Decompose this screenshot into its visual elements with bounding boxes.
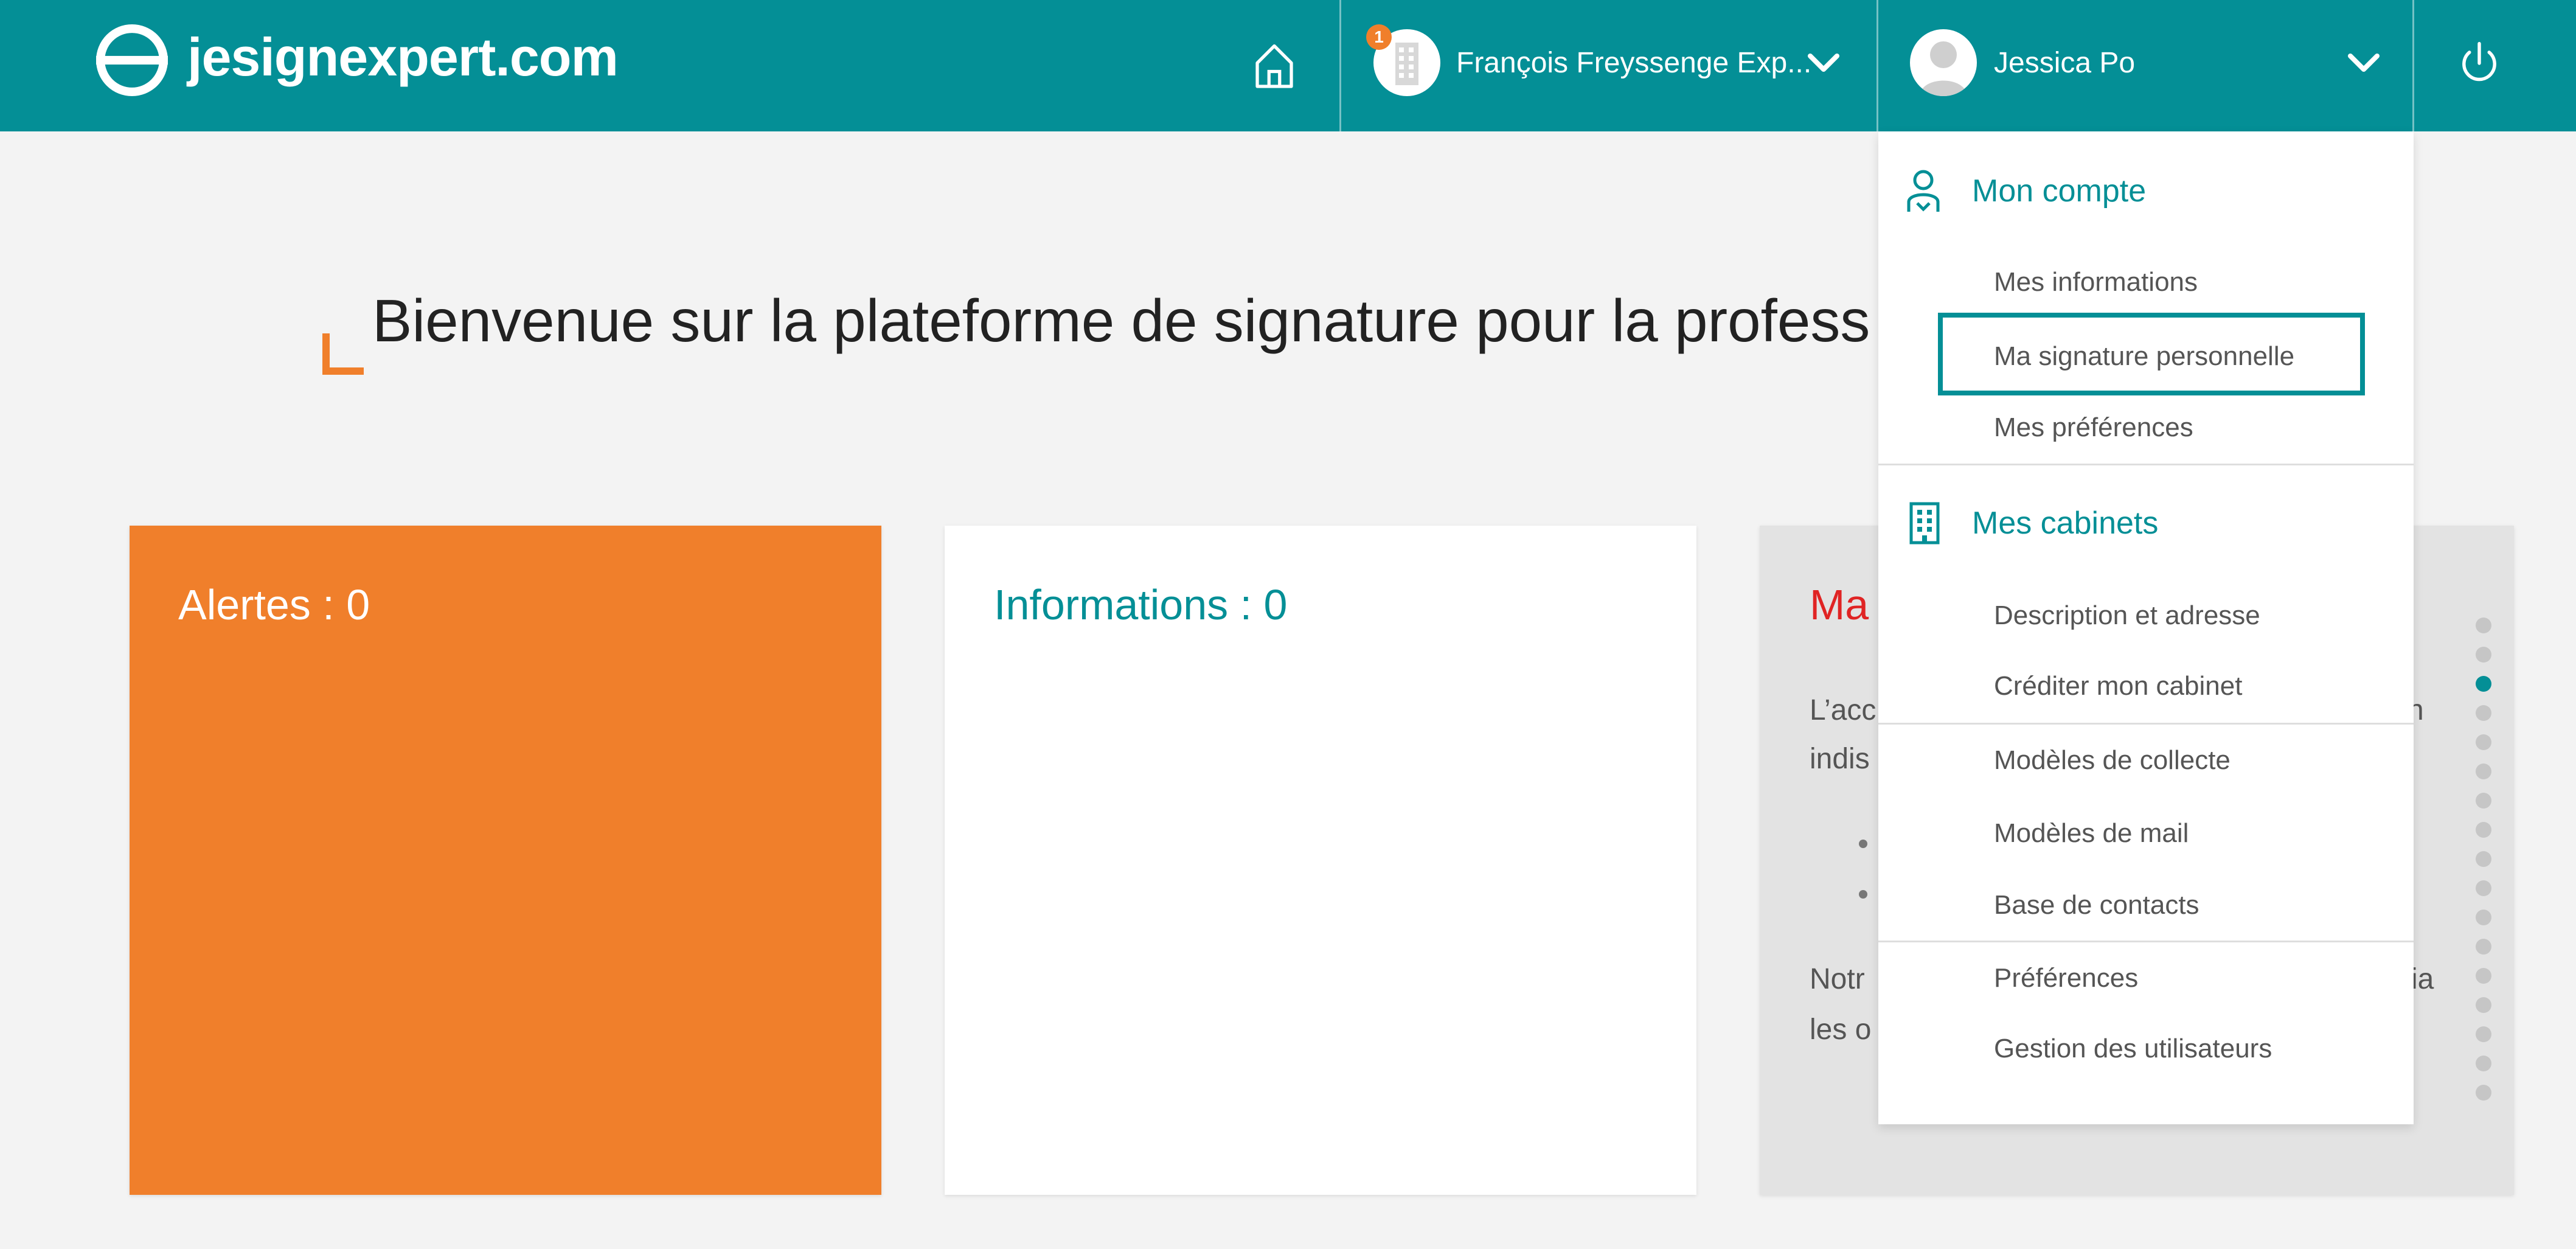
organization-name[interactable]: François Freyssenge Exp... [1456,45,1811,82]
building-icon [1909,502,1940,544]
carousel-dot[interactable] [2476,968,2491,984]
menu-item-preferences[interactable]: Préférences [1994,961,2138,995]
carousel-dot[interactable] [2476,910,2491,925]
news-text-line: L’acc [1810,694,1876,726]
header-separator [1876,0,1878,131]
carousel-dot[interactable] [2476,822,2491,838]
carousel-dot[interactable] [2476,851,2491,867]
alerts-title: Alertes : 0 [178,581,370,628]
carousel-dot[interactable] [2476,1026,2491,1042]
carousel-dot[interactable] [2476,618,2491,633]
welcome-title: Bienvenue sur la plateforme de signature… [372,287,1870,354]
menu-divider [1878,941,2414,942]
menu-divider [1878,464,2414,465]
user-name[interactable]: Jessica Po [1994,45,2135,82]
menu-item-modeles-de-collecte[interactable]: Modèles de collecte [1994,743,2231,778]
user-avatar-icon[interactable] [1910,29,1977,96]
news-card-title: Ma [1810,581,1869,628]
account-icon [1907,170,1940,212]
carousel-dot[interactable] [2476,1056,2491,1071]
carousel-dot[interactable] [2476,939,2491,955]
home-icon[interactable] [1253,38,1296,92]
menu-item-modeles-de-mail[interactable]: Modèles de mail [1994,816,2189,851]
carousel-dot[interactable] [2476,764,2491,779]
informations-title: Informations : 0 [994,581,1288,628]
logo-text[interactable]: jesignexpert.com [187,27,619,88]
news-text-line: indis [1810,743,1870,775]
menu-section-mes-cabinets[interactable]: Mes cabinets [1972,504,2158,543]
carousel-dot[interactable] [2476,793,2491,809]
carousel-dot[interactable] [2476,880,2491,896]
menu-item-mes-informations[interactable]: Mes informations [1994,265,2198,299]
power-icon[interactable] [2457,39,2501,88]
carousel-dot[interactable] [2476,647,2491,663]
chevron-down-icon[interactable] [2347,51,2381,75]
menu-item-crediter-mon-cabinet[interactable]: Créditer mon cabinet [1994,669,2242,703]
carousel-dot[interactable] [2476,734,2491,750]
bullet-dot [1859,840,1867,848]
header-separator [2412,0,2414,131]
notification-badge: 1 [1366,24,1392,50]
menu-section-mon-compte[interactable]: Mon compte [1972,172,2146,210]
menu-item-mes-preferences[interactable]: Mes préférences [1994,411,2193,445]
carousel-dot[interactable] [2476,997,2491,1013]
menu-item-ma-signature-personnelle[interactable]: Ma signature personnelle [1994,339,2294,374]
news-text-line: les o [1810,1014,1872,1046]
logo-icon[interactable] [96,24,168,96]
menu-item-gestion-des-utilisateurs[interactable]: Gestion des utilisateurs [1994,1032,2272,1066]
news-text-line: Notr [1810,963,1865,995]
carousel-dot[interactable] [2476,676,2491,692]
carousel-dot[interactable] [2476,705,2491,721]
chevron-down-icon[interactable] [1807,51,1841,75]
carousel-dot[interactable] [2476,1085,2491,1101]
menu-divider [1878,723,2414,725]
welcome-bracket-icon [322,333,364,375]
menu-item-base-de-contacts[interactable]: Base de contacts [1994,888,2199,922]
menu-item-description-et-adresse[interactable]: Description et adresse [1994,599,2260,633]
bullet-dot [1859,890,1867,899]
